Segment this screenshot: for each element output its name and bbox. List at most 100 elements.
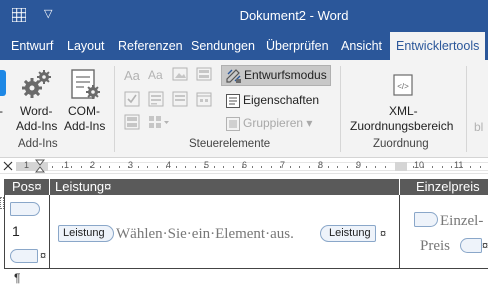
ruler-number: 1 [24,160,30,170]
ruler-tick [356,166,357,168]
ruler-tick [318,166,319,168]
ruler-tick [432,166,433,168]
leistung-placeholder[interactable]: Wählen·Sie·ein·Element·aus. [116,226,294,243]
ruler-number: 4 [166,160,172,170]
rich-text-control-icon[interactable]: Aa [124,68,140,83]
preis-placeholder-line2[interactable]: Preis [420,238,450,255]
header-einzelpreis[interactable]: Einzelpreis [416,179,480,195]
tab-selector-icon[interactable] [2,160,14,172]
leistung-content-control-start[interactable]: Leistung [58,225,114,242]
word-addins-button[interactable]: Word- Add-Ins [14,66,60,138]
ruler-tick [138,166,139,168]
design-mode-label: Entwurfsmodus [244,68,327,82]
preis-end-mark: ¤ [482,240,488,252]
com-addins-button[interactable]: COM- Add-Ins [62,66,108,138]
ruler-tick [242,166,243,168]
picture-control-icon[interactable] [172,66,188,85]
repeating-section-control-icon[interactable] [124,114,140,133]
plain-text-control-icon[interactable]: Aa [148,68,163,82]
svg-text:</>: </> [397,82,409,91]
group-label-addins: Add-Ins [18,138,58,150]
horizontal-ruler[interactable]: 1 1 2 3 4 5 6 7 8 9 10 11 [0,158,488,174]
ruler-number: 5 [204,160,210,170]
properties-icon [226,93,240,108]
tab-layout[interactable]: Layout [67,32,105,60]
ruler-tick [252,166,253,168]
leistung-tag-end-label: Leistung [329,227,371,239]
document-area[interactable]: Pos¤ Leistung¤ Einzelpreis 1 ¤ Leistung … [0,175,488,286]
building-block-control-icon[interactable] [196,66,212,85]
ruler-tick [347,166,348,168]
ruler-number: 11 [454,160,464,170]
preis-placeholder-line1[interactable]: Einzel- [440,213,483,230]
xml-mapping-label-line1: XML- [389,104,418,118]
ruler-tick [375,166,376,168]
ribbon-tab-bar: Entwurf Layout Referenzen Sendungen Über… [0,32,488,60]
checkbox-control-icon[interactable] [124,91,140,110]
ruler-tick [290,166,291,168]
pos-number: 1 [12,223,20,239]
group-dropdown-icon: ▾ [306,116,313,130]
ruler-tick [157,166,158,168]
table-header-row: Pos¤ Leistung¤ Einzelpreis [4,179,488,195]
tab-referenzen[interactable]: Referenzen [118,32,183,60]
ruler-tick [81,166,82,168]
properties-button[interactable]: Eigenschaften [225,90,319,110]
ruler-tick [423,166,424,168]
tab-ansicht[interactable]: Ansicht [341,32,382,60]
tab-entwurf[interactable]: Entwurf [11,32,53,60]
ruler-tick [413,166,414,168]
date-picker-control-icon[interactable] [196,91,212,110]
design-mode-button[interactable]: Entwurfsmodus [221,65,331,86]
cut-off-addin-label: - [0,104,3,119]
xml-mapping-pane-button[interactable]: </> XML- Zuordnungsbereich [346,66,460,138]
ruler-tick [337,166,338,168]
header-leistung[interactable]: Leistung¤ [55,179,111,195]
ruler-tick [280,166,281,168]
indent-marker-icon[interactable] [35,159,45,173]
ruler-tick [223,166,224,168]
ruler-tick [261,166,262,168]
leistung-content-control-end[interactable]: Leistung [320,225,376,242]
ruler-number: 2 [90,160,96,170]
ruler-tick [195,166,196,168]
dropdown-list-control-icon[interactable] [172,91,188,110]
group-label-mapping: Zuordnung [373,138,429,150]
title-bar: ▽ Dokument2 - Word [0,0,488,32]
com-addins-icon [71,69,100,99]
ruler-column-marker[interactable] [395,162,407,171]
ruler-tick [328,166,329,168]
pos-content-control-start[interactable] [10,202,40,216]
tab-entwicklertools[interactable]: Entwicklertools [390,32,486,60]
ruler-tick [185,166,186,168]
preis-content-control-end[interactable] [460,238,482,253]
ruler-tick [166,166,167,168]
pos-content-control-end[interactable] [10,249,38,263]
group-label: Gruppieren [243,116,304,130]
combo-box-control-icon[interactable] [148,91,164,110]
table-move-handle[interactable] [0,197,4,209]
table-border [4,268,488,269]
preis-content-control-start[interactable] [414,212,438,227]
com-addins-label-line2: Add-Ins [64,119,106,133]
xml-mapping-label-line2: Zuordnungsbereich [350,119,454,133]
legacy-tools-icon[interactable] [148,114,170,133]
leistung-end-mark: ¤ [380,228,387,240]
window-title: Dokument2 - Word [239,8,349,23]
tab-ueberpruefen[interactable]: Überprüfen [266,32,329,60]
ruler-number: 8 [318,160,324,170]
ruler-tick [71,166,72,168]
tab-sendungen[interactable]: Sendungen [191,32,255,60]
gears-icon [22,70,51,98]
ribbon: - Word- Add-Ins [0,60,488,158]
ruler-tick [90,166,91,168]
cut-off-addin-icon[interactable] [0,70,6,96]
ruler-tick [366,166,367,168]
com-addins-label-line1: COM- [68,104,100,118]
word-addins-label-line1: Word- [20,104,53,118]
design-mode-icon [226,68,241,83]
group-button[interactable]: Gruppieren ▾ [225,113,312,133]
header-pos[interactable]: Pos¤ [12,179,42,195]
ruler-tick [52,166,53,168]
ruler-tick [385,166,386,168]
